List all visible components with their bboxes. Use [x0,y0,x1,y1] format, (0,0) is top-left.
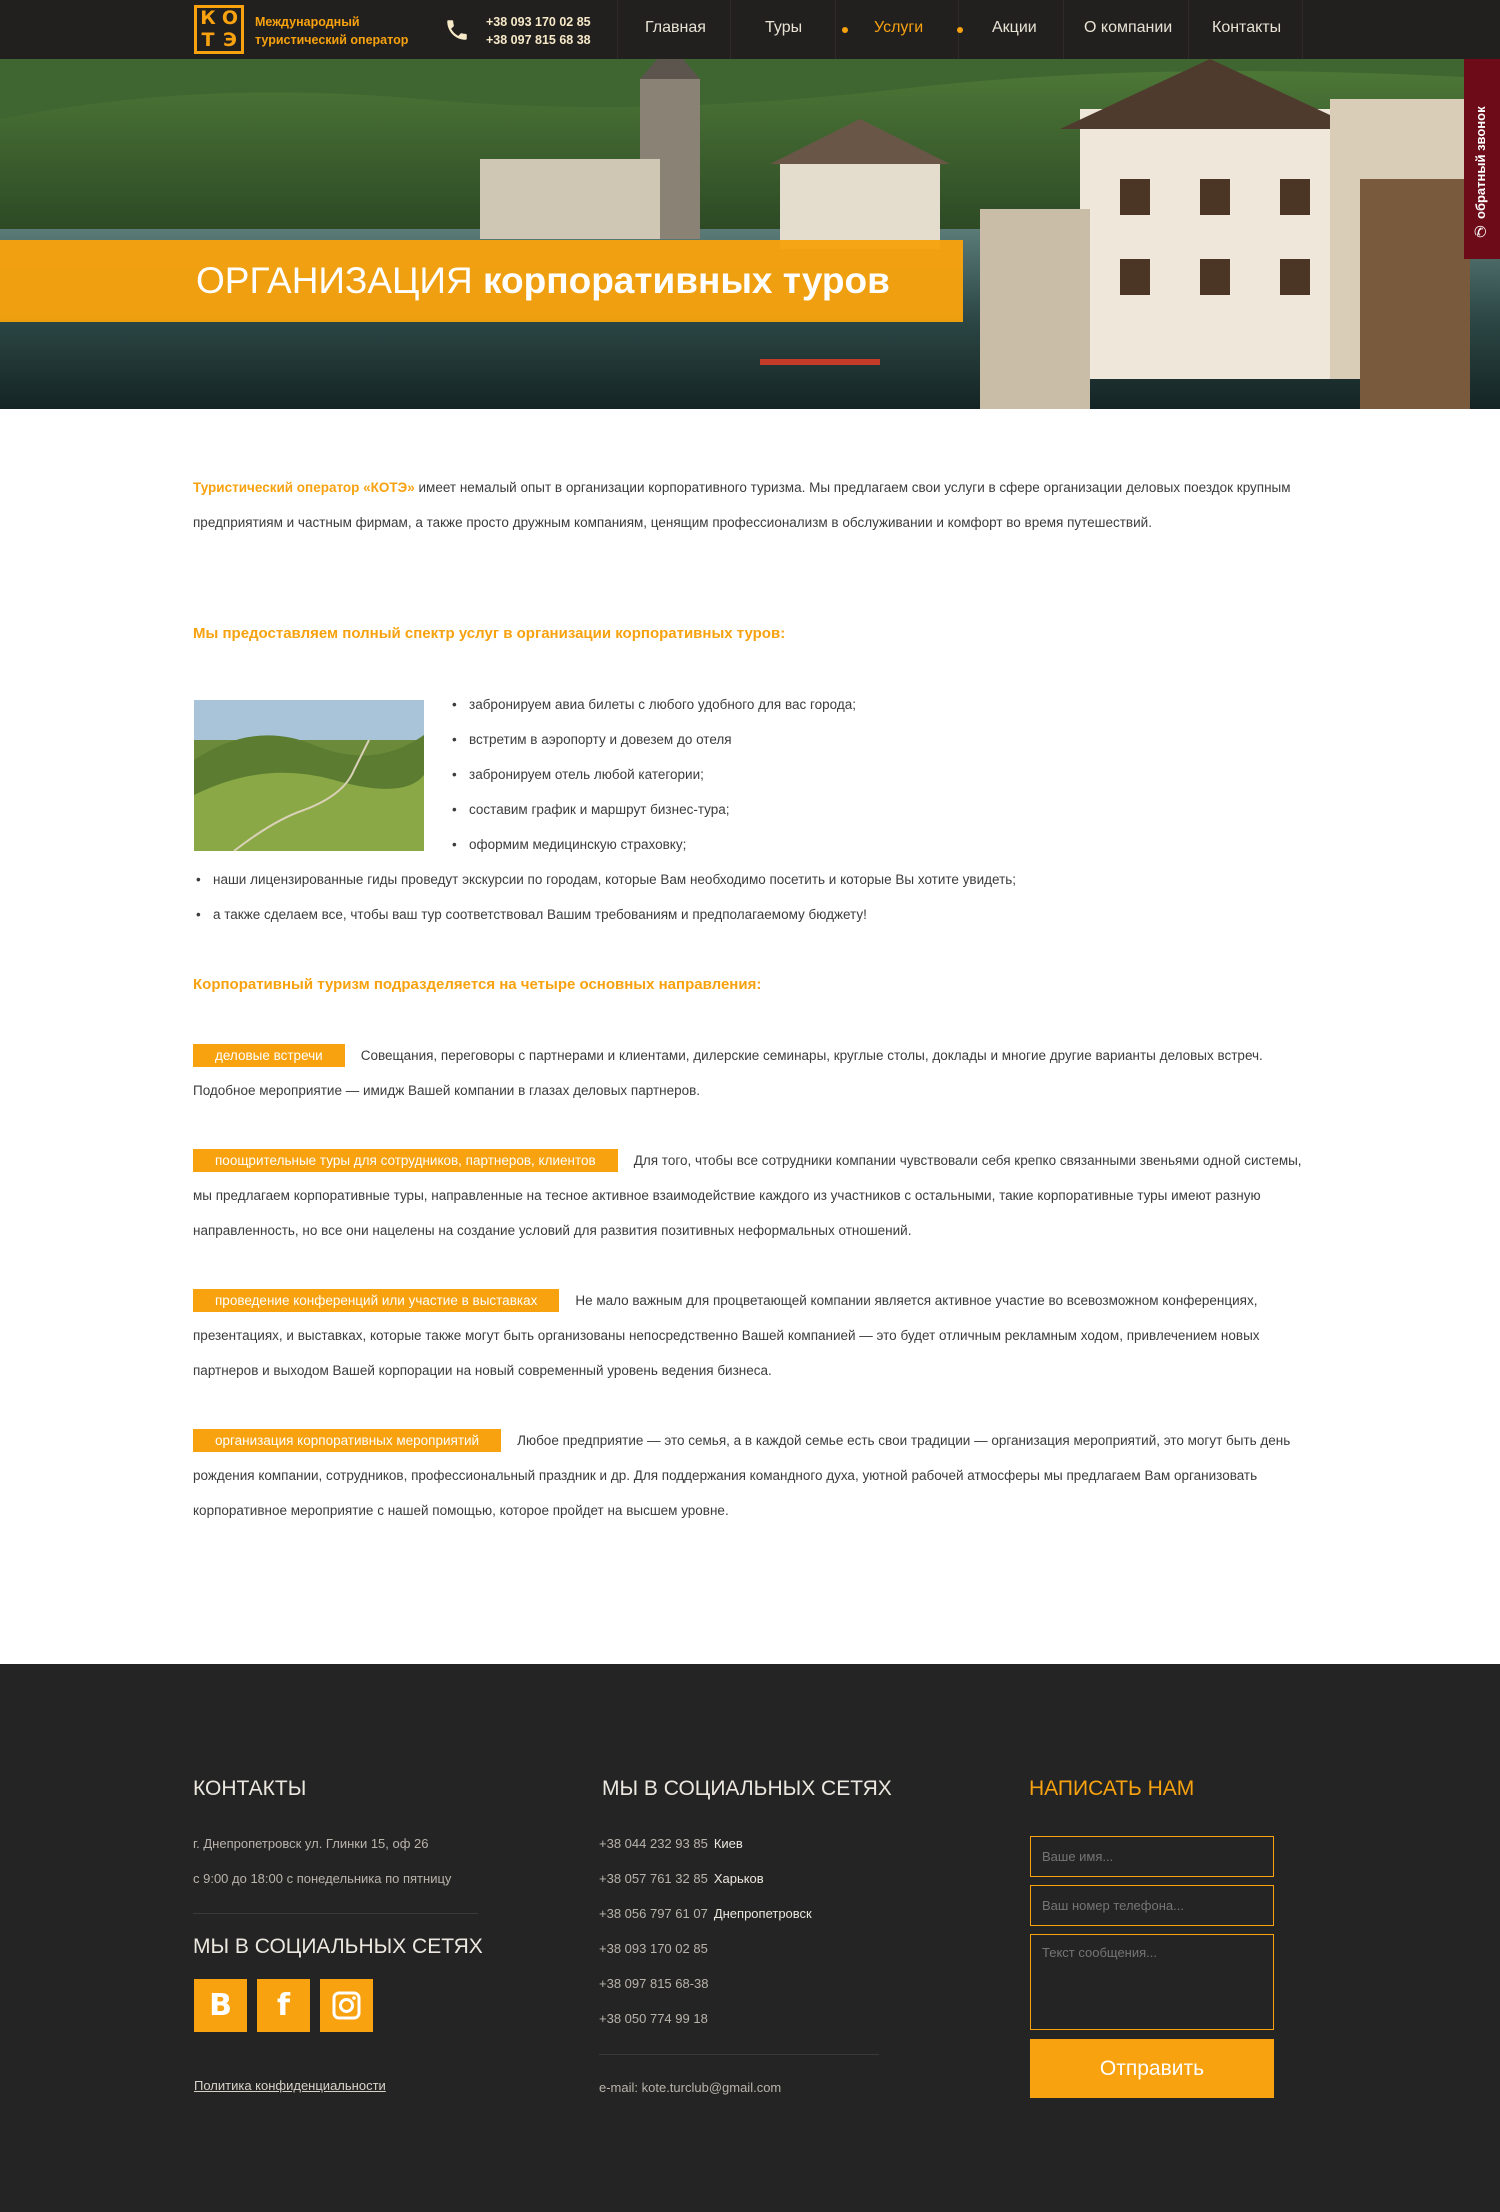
footer-email[interactable]: e-mail: kote.turclub@gmail.com [599,2080,781,2095]
instagram-glyph [332,1991,361,2020]
phone-city: Днепропетровск [713,1906,812,1921]
service-item: наши лицензированные гиды проведут экску… [196,872,1016,887]
phone-number: +38 093 170 02 85 [599,1941,708,1956]
nav-separator [1302,0,1303,59]
nav-active-dot [842,27,848,33]
nav-active-dot [957,27,963,33]
phone-number: +38 057 761 32 85 [599,1871,708,1886]
direction-item: проведение конференций или участие в выс… [193,1283,1313,1388]
phone-city: Харьков [713,1871,764,1886]
direction-tag: деловые встречи [193,1044,345,1067]
write-us-heading: НАПИСАТЬ НАМ [1029,1777,1195,1800]
intro-paragraph: Туристический оператор «КОТЭ» имеет нема… [193,470,1307,540]
direction-item: деловые встречи Совещания, переговоры с п… [193,1038,1313,1108]
nav-separator [835,0,836,59]
hills-image [194,700,424,851]
phone-city: Киев [713,1836,743,1851]
direction-text: Совещания, переговоры с партнерами и кли… [193,1048,1263,1098]
hero-title-bold: корпоративных туров [483,260,890,301]
direction-tag: организация корпоративных мероприятий [193,1429,502,1452]
nav-item-promotions[interactable]: Акции [992,19,1037,37]
footer-phone[interactable]: +38 057 761 32 85 Харьков [599,1871,764,1886]
service-item: забронируем отель любой категории; [452,767,704,782]
intro-block: Туристический оператор «КОТЭ» имеет нема… [193,470,1307,540]
footer-phone[interactable]: +38 056 797 61 07 Днепропетровск [599,1906,812,1921]
phone-number: +38 097 815 68-38 [599,1976,709,1991]
social-heading-mid: МЫ В СОЦИАЛЬНЫХ СЕТЯХ [602,1777,892,1800]
main-nav: Главная Туры Услуги Акции О компании Кон… [0,0,1500,59]
footer-phone[interactable]: +38 044 232 93 85 Киев [599,1836,743,1851]
direction-tag: проведение конференций или участие в выс… [193,1289,560,1312]
services-heading: Мы предоставляем полный спектр услуг в о… [193,625,786,642]
social-heading: МЫ В СОЦИАЛЬНЫХ СЕТЯХ [193,1935,483,1958]
working-hours: с 9:00 до 18:00 с понедельника по пятниц… [193,1871,452,1886]
nav-item-services[interactable]: Услуги [874,19,923,37]
instagram-icon[interactable] [320,1979,373,2032]
name-field[interactable] [1030,1836,1274,1877]
nav-item-about[interactable]: О компании [1084,19,1172,37]
nav-separator [730,0,731,59]
site-header: К О Т Э Международный туристический опер… [0,0,1500,59]
nav-separator [617,0,618,59]
address: г. Днепропетровск ул. Глинки 15, оф 26 [193,1836,429,1851]
direction-item: организация корпоративных мероприятий Люб… [193,1423,1313,1528]
footer-divider [599,2054,879,2055]
nav-item-tours[interactable]: Туры [765,19,802,37]
service-item: а также сделаем все, чтобы ваш тур соотв… [196,907,867,922]
service-item: забронируем авиа билеты с любого удобног… [452,697,856,712]
intro-accent: Туристический оператор «КОТЭ» [193,480,415,495]
footer-phone[interactable]: +38 093 170 02 85 [599,1941,708,1956]
footer-phone[interactable]: +38 097 815 68-38 [599,1976,709,1991]
contacts-heading: КОНТАКТЫ [193,1777,307,1800]
phone-number: +38 044 232 93 85 [599,1836,708,1851]
hero-landscape-image [0,59,1500,409]
service-item: встретим в аэропорту и довезем до отеля [452,732,732,747]
phone-number: +38 050 774 99 18 [599,2011,708,2026]
nav-item-home[interactable]: Главная [645,19,706,37]
vk-icon[interactable]: В [194,1979,247,2032]
services-thumbnail [194,700,424,851]
hero-banner: ОРГАНИЗАЦИЯ корпоративных туров обратный… [0,59,1500,409]
nav-separator [1063,0,1064,59]
facebook-icon[interactable]: f [257,1979,310,2032]
direction-tag: поощрительные туры для сотрудников, парт… [193,1149,618,1172]
footer-divider [193,1913,478,1914]
footer-phone[interactable]: +38 050 774 99 18 [599,2011,708,2026]
direction-item: поощрительные туры для сотрудников, парт… [193,1143,1313,1248]
send-button[interactable]: Отправить [1030,2039,1274,2098]
hero-title: ОРГАНИЗАЦИЯ корпоративных туров [196,258,890,304]
nav-separator [1188,0,1189,59]
hero-title-light: ОРГАНИЗАЦИЯ [196,260,473,301]
service-item: составим график и маршрут бизнес-тура; [452,802,730,817]
phone-field[interactable] [1030,1885,1274,1926]
message-field[interactable] [1030,1934,1274,2030]
phone-icon: ✆ [1474,224,1487,241]
phone-number: +38 056 797 61 07 [599,1906,708,1921]
privacy-policy-link[interactable]: Политика конфиденциальности [194,2078,386,2093]
callback-label[interactable]: обратный звонок [1473,79,1488,219]
nav-item-contacts[interactable]: Контакты [1212,19,1281,37]
directions-heading: Корпоративный туризм подразделяется на ч… [193,976,762,993]
service-item: оформим медицинскую страховку; [452,837,686,852]
